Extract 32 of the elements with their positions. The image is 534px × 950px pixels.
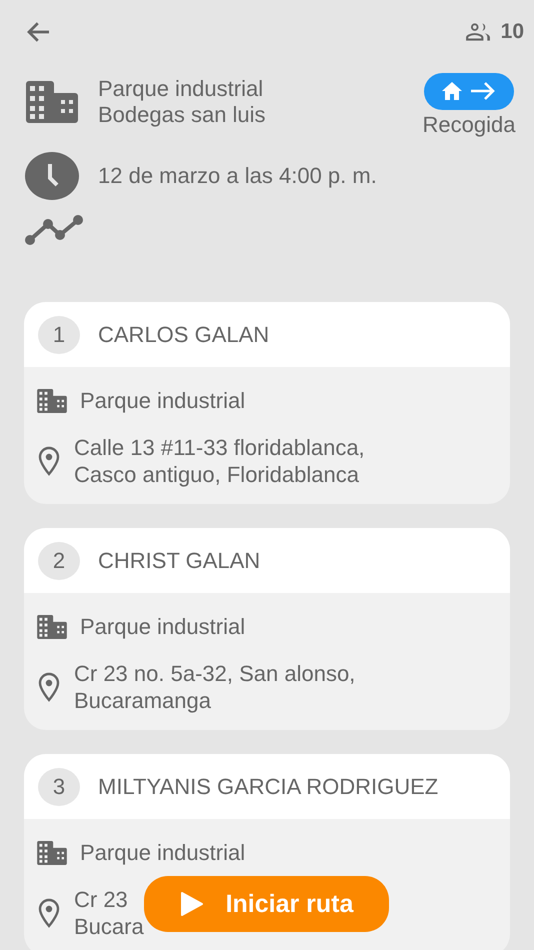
building-icon: [24, 80, 80, 124]
passenger-count: 10: [500, 20, 524, 44]
stop-address: Cr 23: [74, 886, 129, 913]
clock-icon: [24, 151, 80, 201]
passenger-name: MILTYANIS GARCIA RODRIGUEZ: [98, 774, 438, 800]
place-name: Parque industrial: [98, 76, 264, 102]
stop-number: 1: [38, 316, 80, 354]
stop-place: Parque industrial: [80, 387, 246, 414]
stop-address: Bucara: [74, 913, 144, 940]
trip-type-label: Recogida: [422, 112, 516, 138]
building-icon: [36, 614, 68, 640]
stop-place: Parque industrial: [80, 839, 246, 866]
stop-place: Parque industrial: [80, 613, 246, 640]
location-pin-icon: [36, 446, 62, 476]
stop-address: Casco antiguo, Floridablanca: [74, 461, 360, 488]
trend-icon: [24, 214, 84, 246]
trip-type-button[interactable]: [424, 72, 514, 110]
building-icon: [36, 840, 68, 866]
stop-address: Calle 13 #11-33 floridablanca,: [74, 434, 365, 461]
location-pin-icon: [36, 672, 62, 702]
passenger-name: CHRIST GALAN: [98, 548, 260, 574]
play-icon: [180, 891, 204, 917]
stop-address: Cr 23 no. 5a-32, San alonso,: [74, 660, 356, 687]
stop-number: 2: [38, 542, 80, 580]
stop-number: 3: [38, 768, 80, 806]
passenger-name: CARLOS GALAN: [98, 322, 270, 348]
place-name: Bodegas san luis: [98, 102, 267, 128]
building-icon: [36, 388, 68, 414]
schedule-text: 12 de marzo a las 4:00 p. m.: [98, 163, 377, 189]
start-route-button[interactable]: Iniciar ruta: [144, 876, 389, 932]
stop-address: Bucaramanga: [74, 687, 212, 714]
location-pin-icon: [36, 898, 62, 928]
